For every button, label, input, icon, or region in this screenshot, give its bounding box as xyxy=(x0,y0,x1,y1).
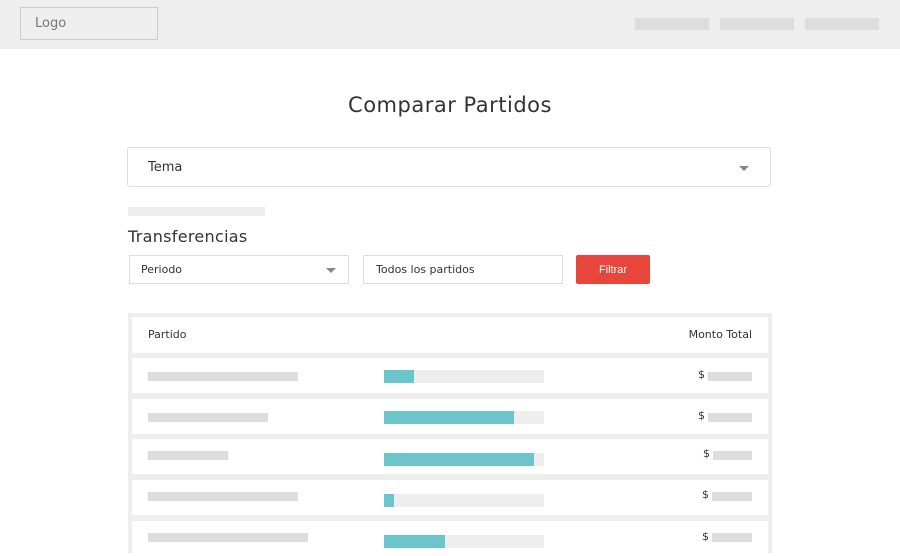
party-filter-input[interactable]: Todos los partidos xyxy=(363,255,563,284)
table-row[interactable]: $ xyxy=(132,399,768,434)
amount-bar-track xyxy=(384,411,544,424)
filter-button[interactable]: Filtrar xyxy=(576,255,650,284)
amount-bar xyxy=(384,535,445,548)
period-select-value: Periodo xyxy=(141,263,183,276)
amount-placeholder xyxy=(708,413,752,422)
amount-bar xyxy=(384,494,394,507)
page-title: Comparar Partidos xyxy=(348,93,552,117)
amount-bar-track xyxy=(384,370,544,383)
amount-bar xyxy=(384,411,514,424)
topic-select[interactable]: Tema xyxy=(127,147,771,187)
amount-bar xyxy=(384,370,415,383)
amount-placeholder xyxy=(712,533,752,542)
top-header: Logo xyxy=(0,0,900,49)
column-header-party: Partido xyxy=(148,328,187,341)
table-row[interactable]: $ xyxy=(132,521,768,556)
table-row[interactable]: $ xyxy=(132,480,768,515)
chevron-down-icon xyxy=(739,166,749,171)
comparison-table: Partido Monto Total $ $ $ $ $ xyxy=(128,313,772,556)
party-name-placeholder xyxy=(148,413,268,422)
nav-item-2[interactable] xyxy=(720,18,794,30)
logo-text: Logo xyxy=(35,16,67,31)
logo[interactable]: Logo xyxy=(20,7,158,40)
party-name-placeholder xyxy=(148,492,298,501)
currency-symbol: $ xyxy=(703,447,710,460)
currency-symbol: $ xyxy=(698,368,705,381)
nav-item-1[interactable] xyxy=(635,18,709,30)
amount-placeholder xyxy=(712,492,752,501)
party-name-placeholder xyxy=(148,372,298,381)
party-filter-value: Todos los partidos xyxy=(376,263,475,276)
amount-placeholder xyxy=(713,451,752,460)
text-placeholder xyxy=(128,207,265,216)
table-header: Partido Monto Total xyxy=(132,317,768,353)
nav-item-3[interactable] xyxy=(805,18,879,30)
chevron-down-icon xyxy=(326,268,336,273)
amount-bar-track xyxy=(384,453,544,466)
currency-symbol: $ xyxy=(702,530,709,543)
amount-bar-track xyxy=(384,535,544,548)
section-title: Transferencias xyxy=(128,227,248,246)
party-name-placeholder xyxy=(148,533,308,542)
period-select[interactable]: Periodo xyxy=(129,255,349,284)
table-row[interactable]: $ xyxy=(132,439,768,474)
table-row[interactable]: $ xyxy=(132,358,768,393)
party-name-placeholder xyxy=(148,451,228,460)
currency-symbol: $ xyxy=(698,409,705,422)
amount-bar-track xyxy=(384,494,544,507)
amount-bar xyxy=(384,453,535,466)
amount-placeholder xyxy=(708,372,752,381)
currency-symbol: $ xyxy=(702,488,709,501)
column-header-total: Monto Total xyxy=(688,328,752,341)
topic-select-value: Tema xyxy=(148,159,183,175)
